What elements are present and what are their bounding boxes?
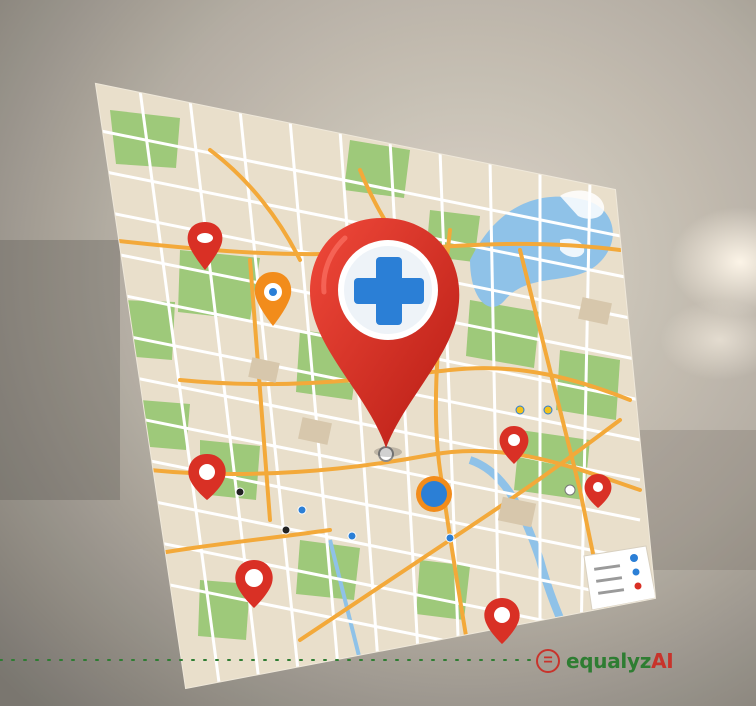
brand-name: equalyzAI <box>566 649 674 673</box>
brand-logo: = equalyzAI <box>536 646 674 676</box>
brand-name-prefix: equalyz <box>566 649 652 673</box>
brand-mark-icon: = <box>536 649 560 673</box>
map-scene <box>0 0 756 706</box>
location-dot <box>416 476 452 512</box>
brand-name-suffix: AI <box>651 649 674 673</box>
